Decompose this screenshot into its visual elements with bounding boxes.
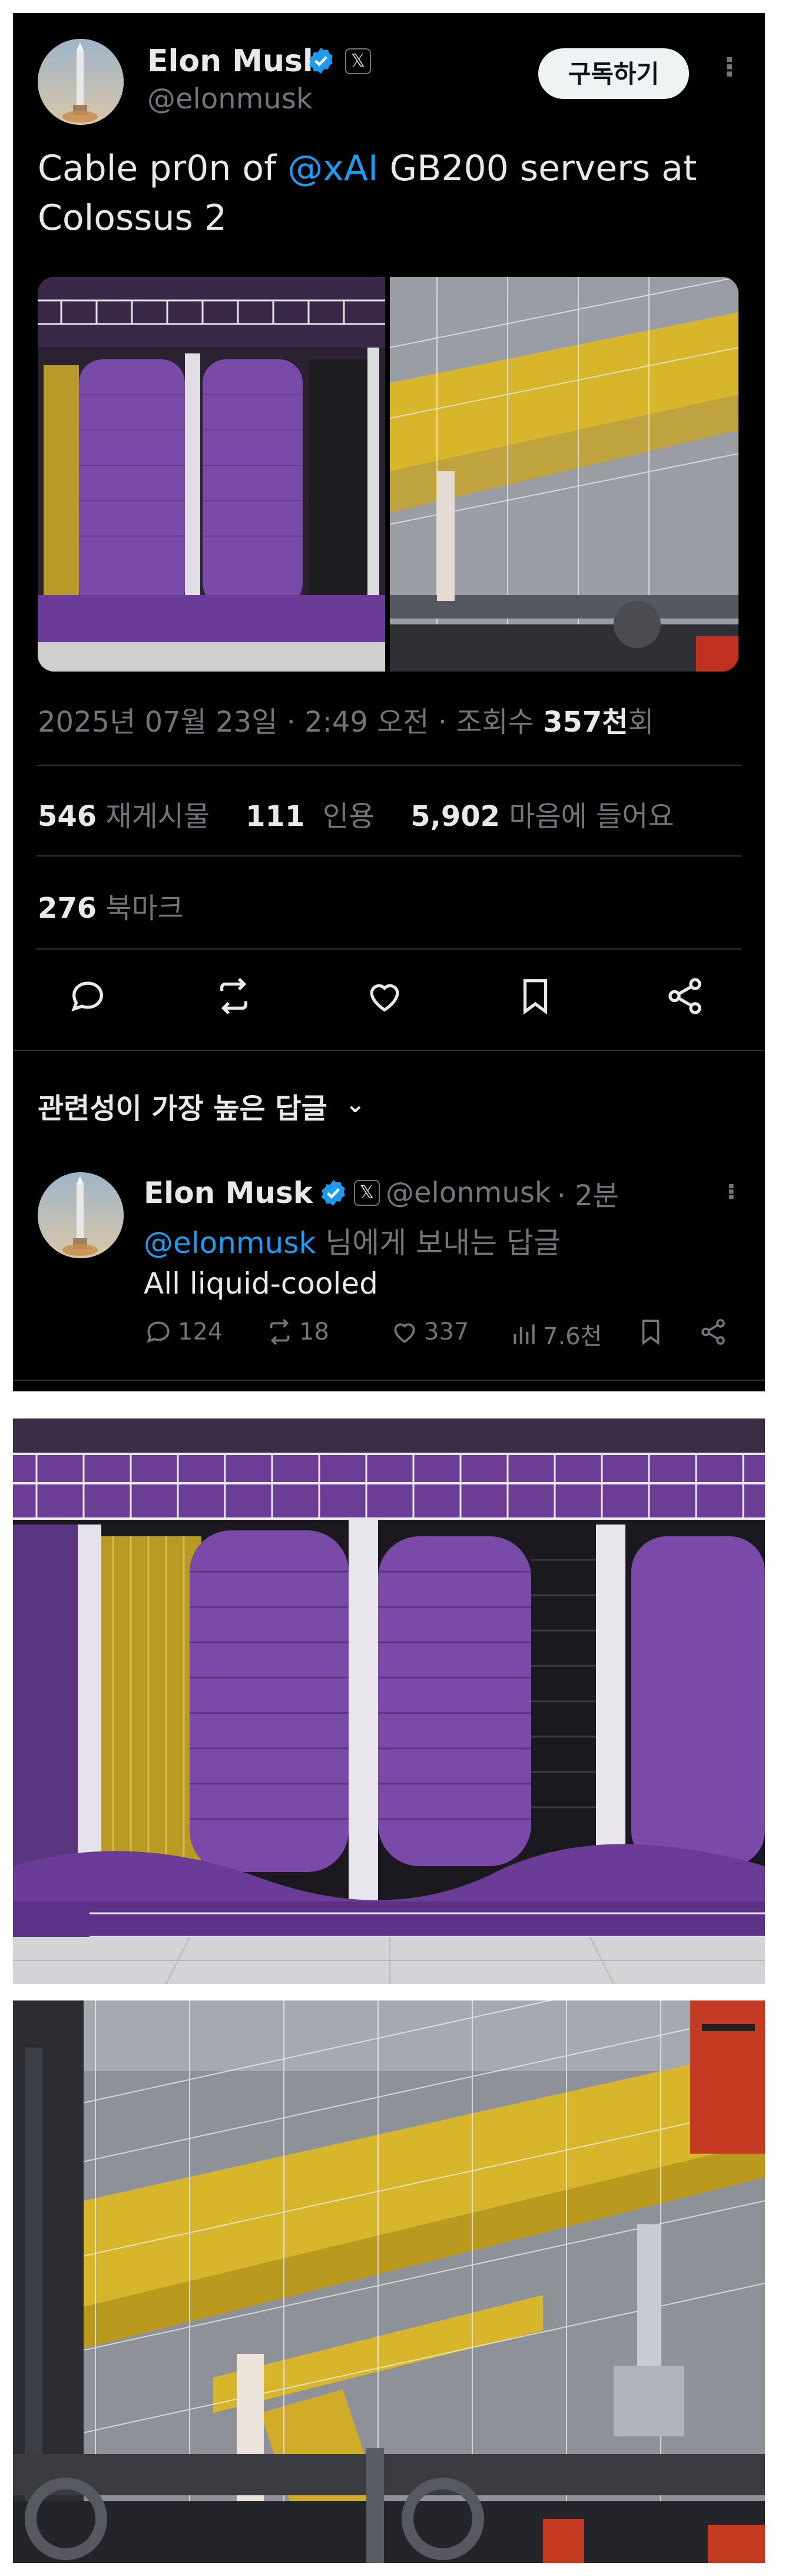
reply-text: All liquid-cooled <box>144 1266 378 1301</box>
quotes-label: 인용 <box>322 800 375 833</box>
tweet-photo-1[interactable] <box>38 277 385 672</box>
reposts-label: 재게시물 <box>105 800 210 833</box>
divider <box>13 1380 765 1381</box>
likes-label: 마음에 들어요 <box>509 800 674 833</box>
reply-like-count: 337 <box>424 1318 469 1345</box>
bookmark-button[interactable] <box>515 975 556 1019</box>
repost-button[interactable] <box>213 975 254 1019</box>
repost-icon <box>270 1318 290 1345</box>
reply-time[interactable]: · 2분 <box>557 1172 619 1213</box>
tweet-date[interactable]: 2025년 07월 23일 <box>38 706 277 739</box>
replying-to-suffix: 님에게 보내는 답글 <box>316 1226 561 1260</box>
reply-view-count: 7.6천 <box>543 1323 602 1350</box>
reply-repost-button[interactable]: 18 <box>265 1317 329 1347</box>
reply-button[interactable] <box>67 975 108 1019</box>
reply-icon <box>147 1321 170 1343</box>
reply-reply-count: 124 <box>178 1318 223 1345</box>
reply-author-handle[interactable]: @elonmusk <box>386 1176 551 1209</box>
bookmarks-count: 276 <box>38 892 97 925</box>
reply-more-options-icon[interactable]: ··· <box>717 1182 744 1198</box>
tweet-panel: Elon Musk 𝕏 @elonmusk 구독하기 ··· Cable pr0… <box>13 13 765 1391</box>
mention-xai-link[interactable]: @xAI <box>287 148 378 189</box>
views-suffix: 회 <box>628 706 654 739</box>
divider <box>13 1050 765 1051</box>
verified-badge-icon <box>322 1180 345 1206</box>
x-badge-icon: 𝕏 <box>345 48 371 74</box>
replying-to: @elonmusk 님에게 보내는 답글 <box>144 1219 561 1262</box>
analytics-icon <box>514 1324 535 1344</box>
likes-stat[interactable]: 5,902 마음에 들어요 <box>410 800 674 833</box>
large-photo-trays <box>13 2000 765 2563</box>
bookmarks-stat[interactable]: 276 북마크 <box>38 885 184 926</box>
heart-icon <box>370 984 399 1012</box>
large-photo-cables <box>13 1418 765 1984</box>
views-label: 조회수 <box>456 706 534 739</box>
divider <box>37 855 741 857</box>
reply-icon <box>71 981 103 1012</box>
reposts-stat[interactable]: 546 재게시물 <box>38 800 210 833</box>
author-name[interactable]: Elon Musk <box>147 44 323 79</box>
reply-like-button[interactable]: 337 <box>390 1317 469 1347</box>
repost-icon <box>220 977 248 1015</box>
bookmarks-label: 북마크 <box>105 892 184 925</box>
tweet-photo-2[interactable] <box>390 277 738 672</box>
reply-bookmark-button[interactable] <box>636 1317 665 1347</box>
reply-reply-button[interactable]: 124 <box>144 1317 223 1347</box>
reply-share-button[interactable] <box>698 1317 728 1347</box>
follow-button[interactable]: 구독하기 <box>538 48 689 99</box>
replies-section-title: 관련성이 가장 높은 답글 <box>38 1092 327 1125</box>
verified-badge-icon <box>309 48 333 74</box>
author-handle[interactable]: @elonmusk <box>147 82 313 115</box>
reply-author-name[interactable]: Elon Musk <box>144 1176 313 1210</box>
tweet-meta: 2025년 07월 23일 · 2:49 오전 · 조회수 357천회 <box>38 699 654 740</box>
meta-separator: · <box>438 706 448 739</box>
heart-icon <box>394 1323 415 1343</box>
divider <box>37 765 741 766</box>
author-avatar[interactable] <box>38 39 124 125</box>
tweet-text: Cable pr0n of @xAI GB200 servers at Colo… <box>38 144 733 243</box>
reply-author-avatar[interactable] <box>38 1172 124 1258</box>
tweet-text-before: Cable pr0n of <box>38 148 288 189</box>
tweet-time[interactable]: 2:49 오전 <box>304 706 429 739</box>
like-button[interactable] <box>364 975 405 1019</box>
bookmark-icon <box>523 979 548 1015</box>
divider <box>37 948 741 950</box>
views-count: 357천 <box>543 706 628 739</box>
x-badge-icon: 𝕏 <box>354 1180 380 1206</box>
replying-to-mention[interactable]: @elonmusk <box>144 1226 316 1260</box>
quotes-count: 111 <box>246 800 305 833</box>
quotes-stat[interactable]: 111 인용 <box>246 800 375 833</box>
reposts-count: 546 <box>38 800 97 833</box>
bookmark-icon <box>642 1320 660 1345</box>
stats-row: 546 재게시물 111 인용 5,902 마음에 들어요 <box>38 793 674 834</box>
reply-views-button[interactable]: 7.6천 <box>509 1317 602 1351</box>
meta-separator: · <box>286 706 296 739</box>
share-button[interactable] <box>664 975 705 1019</box>
reply-repost-count: 18 <box>299 1318 329 1345</box>
share-icon <box>701 1319 725 1345</box>
reply-header: Elon Musk 𝕏 @elonmusk · 2분 <box>144 1172 619 1213</box>
chevron-down-icon: ⌄ <box>345 1091 365 1118</box>
share-icon <box>668 978 701 1014</box>
likes-count: 5,902 <box>410 800 501 833</box>
replies-sort-dropdown[interactable]: 관련성이 가장 높은 답글 ⌄ <box>38 1085 365 1126</box>
more-options-icon[interactable]: ··· <box>713 54 746 76</box>
